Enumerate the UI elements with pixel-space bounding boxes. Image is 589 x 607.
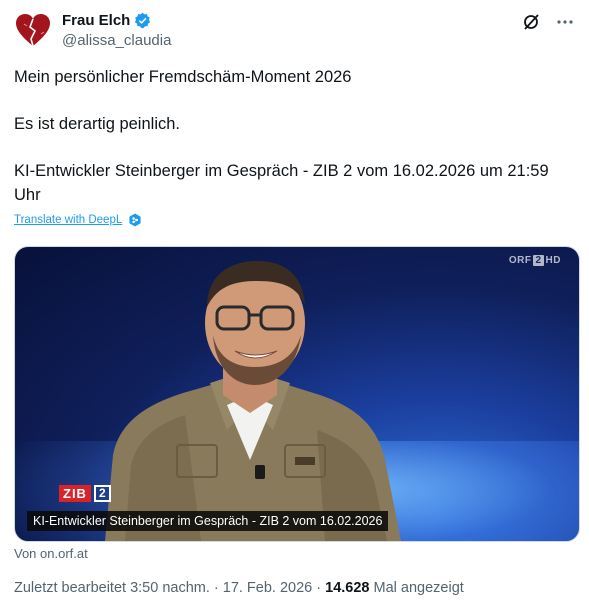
author-name[interactable]: Frau Elch — [62, 12, 130, 29]
tweet-line-3: KI-Entwickler Steinberger im Gespräch - … — [14, 162, 549, 204]
avatar[interactable] — [14, 12, 52, 50]
broken-heart-icon — [16, 14, 50, 47]
verified-badge-icon — [135, 12, 151, 29]
tweet-meta: Zuletzt bearbeitet 3:50 nachm. · 17. Feb… — [14, 580, 464, 596]
tweet-text: Mein persönlicher Fremdschäm-Moment 2026… — [14, 66, 579, 207]
translate-link[interactable]: Translate with DeepL — [14, 214, 122, 226]
more-icon[interactable] — [555, 12, 575, 32]
video-thumbnail[interactable]: ORF 2 HD ZIB 2 KI-Entwickler Steinberger… — [14, 246, 580, 542]
tweet-line-1: Mein persönlicher Fremdschäm-Moment 2026 — [14, 68, 352, 86]
media-source[interactable]: Von on.orf.at — [14, 546, 88, 561]
author-name-row[interactable]: Frau Elch — [62, 12, 151, 29]
views-count: 14.628 — [325, 580, 370, 596]
views-label: Mal angezeigt — [369, 580, 464, 596]
deepl-icon — [129, 213, 141, 227]
tweet-actions-top — [521, 12, 575, 32]
orf-text: ORF — [508, 255, 532, 266]
translate-row[interactable]: Translate with DeepL — [14, 213, 142, 227]
zib-text: ZIB — [59, 485, 91, 502]
orf-channel-num: 2 — [533, 255, 544, 266]
edited-timestamp[interactable]: Zuletzt bearbeitet 3:50 nachm. · 17. Feb… — [14, 580, 325, 596]
orf-channel-logo: ORF 2 HD — [509, 255, 561, 266]
author-handle[interactable]: @alissa_claudia — [62, 32, 171, 49]
zib2-logo: ZIB 2 — [59, 485, 111, 502]
orf-hd: HD — [545, 255, 561, 266]
tweet-line-2: Es ist derartig peinlich. — [14, 115, 180, 133]
video-caption: KI-Entwickler Steinberger im Gespräch - … — [27, 511, 389, 531]
interviewee-image — [105, 261, 401, 541]
grok-icon[interactable] — [521, 12, 541, 32]
zib-num: 2 — [93, 485, 111, 502]
